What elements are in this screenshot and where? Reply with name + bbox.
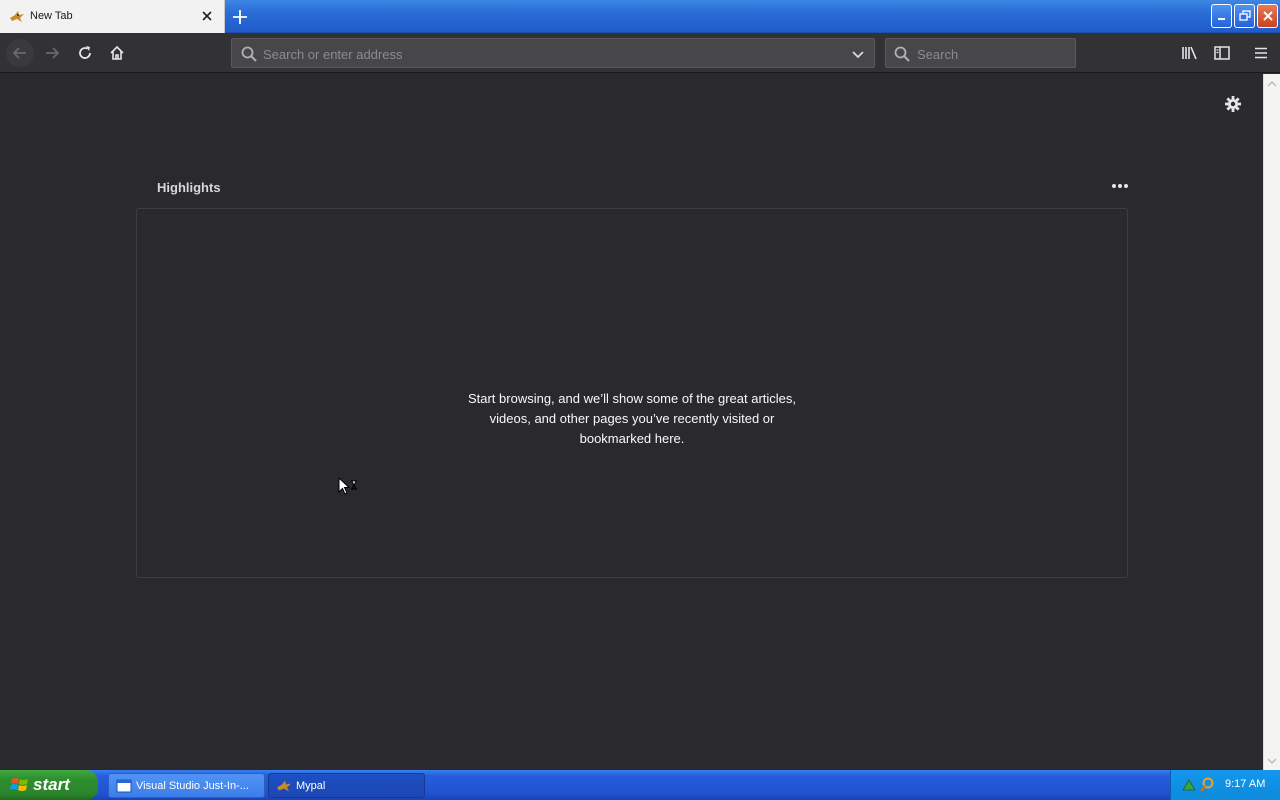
close-window-button[interactable] (1257, 4, 1278, 28)
tab-strip: New Tab (0, 0, 1280, 33)
search-icon (894, 46, 910, 62)
back-arrow-icon (12, 47, 26, 59)
sidebar-toggle-button[interactable] (1208, 39, 1236, 67)
scroll-down-icon[interactable] (1267, 756, 1277, 766)
vertical-scrollbar[interactable] (1263, 74, 1280, 770)
sidebar-icon (1214, 46, 1230, 60)
search-input[interactable] (917, 46, 1067, 62)
window-icon (116, 779, 132, 793)
address-input[interactable] (263, 46, 843, 62)
taskbar-item-label: Mypal (296, 780, 326, 792)
chevron-down-icon[interactable] (850, 46, 866, 62)
hamburger-menu-icon (1255, 47, 1267, 59)
restore-icon (1238, 10, 1251, 21)
library-icon (1182, 46, 1197, 60)
more-options-icon[interactable] (1108, 178, 1132, 194)
close-tab-icon[interactable] (199, 8, 215, 24)
forward-arrow-icon (46, 47, 60, 59)
network-icon[interactable] (1181, 777, 1197, 793)
navigation-toolbar (0, 33, 1280, 73)
close-icon (1262, 11, 1273, 21)
menu-button[interactable] (1247, 39, 1275, 67)
taskbar-item-mypal[interactable]: Mypal (268, 773, 425, 798)
scroll-up-icon[interactable] (1267, 79, 1277, 89)
reload-button[interactable] (71, 39, 99, 67)
tab-title: New Tab (30, 10, 73, 22)
restore-button[interactable] (1234, 4, 1255, 28)
search-icon (241, 46, 257, 62)
taskbar: start Visual Studio Just-In-... Mypal 9:… (0, 770, 1280, 800)
taskbar-item-visual-studio[interactable]: Visual Studio Just-In-... (108, 773, 265, 798)
reload-icon (79, 46, 91, 59)
search-tray-icon[interactable] (1199, 777, 1215, 793)
mypal-favicon-icon (10, 11, 24, 22)
highlights-empty-message: Start browsing, and we’ll show some of t… (137, 389, 1127, 449)
forward-button[interactable] (38, 39, 66, 67)
mypal-icon (277, 780, 291, 792)
windows-logo-icon (10, 778, 28, 791)
new-tab-page: Highlights Start browsing, and we’ll sho… (0, 74, 1263, 770)
home-button[interactable] (103, 39, 131, 67)
search-bar[interactable] (885, 38, 1076, 68)
minimize-icon (1217, 18, 1225, 20)
tab-new-tab[interactable]: New Tab (0, 0, 225, 33)
empty-message-line: videos, and other pages you’ve recently … (489, 411, 775, 426)
library-button[interactable] (1176, 39, 1204, 67)
empty-message-line: bookmarked here. (579, 431, 685, 446)
highlights-heading: Highlights (157, 180, 221, 195)
start-label: start (33, 775, 70, 794)
taskbar-item-label: Visual Studio Just-In-... (136, 780, 249, 792)
minimize-button[interactable] (1211, 4, 1232, 28)
empty-message-line: Start browsing, and we’ll show some of t… (467, 391, 797, 406)
highlights-section: Start browsing, and we’ll show some of t… (136, 208, 1128, 578)
system-tray: 9:17 AM (1170, 770, 1280, 800)
new-tab-icon[interactable] (230, 7, 250, 27)
address-bar[interactable] (231, 38, 875, 68)
gear-icon[interactable] (1223, 94, 1243, 114)
home-icon (110, 45, 124, 60)
clock: 9:17 AM (1225, 778, 1266, 790)
start-button[interactable]: start (0, 770, 98, 800)
busy-cursor-icon (338, 477, 357, 495)
back-button[interactable] (6, 39, 34, 67)
